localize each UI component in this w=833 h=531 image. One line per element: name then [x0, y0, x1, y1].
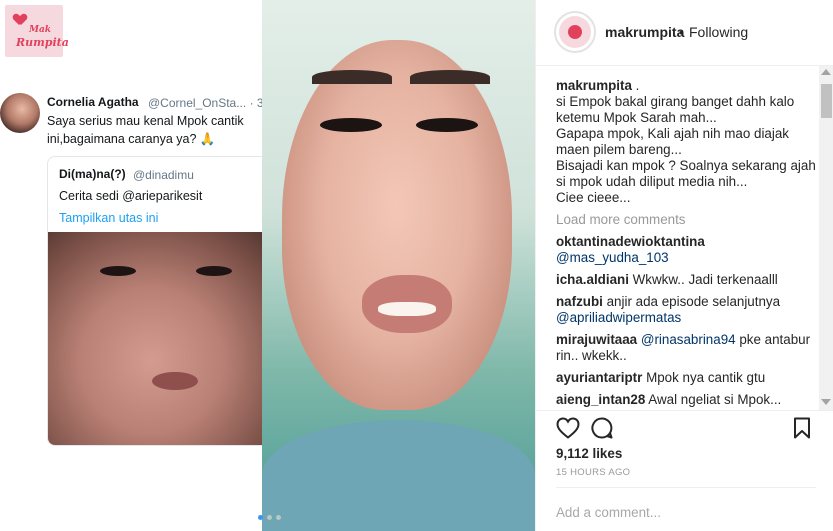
comment: ayuriantariptr Mpok nya cantik gtu — [556, 370, 818, 386]
caption-line: si Empok bakal girang banget dahh kalo k… — [556, 94, 795, 125]
post-timestamp[interactable]: 15 hours ago — [556, 467, 630, 478]
caption-username[interactable]: makrumpita — [556, 78, 632, 93]
comment: oktantinadewioktantina @mas_yudha_103 — [556, 234, 818, 266]
scroll-down-arrow-icon[interactable] — [821, 399, 831, 405]
brand-logo: Mak Rumpita — [5, 5, 69, 57]
bookmark-icon[interactable] — [793, 417, 811, 439]
face-brow — [312, 70, 392, 84]
comment-text: Mpok nya cantik gtu — [646, 370, 766, 385]
profile-avatar[interactable] — [554, 11, 596, 53]
quoted-tweet-photo — [48, 232, 262, 445]
tweet-handle: @Cornel_OnSta... · 3 — [148, 96, 262, 110]
comment-mention[interactable]: @apriliadwipermatas — [556, 310, 681, 325]
comment-username[interactable]: ayuriantariptr — [556, 370, 642, 385]
carousel-dot[interactable] — [267, 515, 272, 520]
heart-icon[interactable] — [556, 417, 580, 439]
comment-username[interactable]: aieng_intan28 — [556, 392, 645, 407]
quoted-tweet-handle: @dinadimu — [133, 168, 194, 182]
add-comment-input[interactable] — [556, 502, 816, 522]
quoted-tweet-author: Di(ma)na(?) — [59, 167, 126, 181]
post-header: makrumpita • Following — [536, 0, 833, 66]
show-thread-link: Tampilkan utas ini — [59, 211, 159, 225]
caption-line: . — [631, 78, 640, 93]
face-eye — [320, 118, 382, 132]
scroll-up-arrow-icon[interactable] — [821, 69, 831, 75]
post-actions — [536, 410, 833, 444]
photo-eye — [196, 266, 232, 276]
add-comment-box — [556, 487, 816, 531]
comment-text: anjir ada episode selanjutnya — [606, 294, 781, 309]
carousel-dots[interactable] — [258, 515, 281, 520]
comment: icha.aldiani Wkwkw.. Jadi terkenaalll — [556, 272, 818, 288]
comment-text: Awal ngeliat si Mpok... — [648, 392, 782, 407]
comment-mention[interactable]: @rinasabrina94 — [641, 332, 736, 347]
comment-text: Wkwkw.. Jadi terkenaalll — [632, 272, 778, 287]
caption-line: Ciee cieee... — [556, 190, 631, 205]
comment-username[interactable]: oktantinadewioktantina — [556, 234, 705, 249]
comment-username[interactable]: icha.aldiani — [556, 272, 629, 287]
quoted-tweet: Di(ma)na(?) @dinadimu Cerita sedi @ariep… — [47, 156, 262, 446]
quoted-tweet-text: Cerita sedi @arieparikesit — [59, 189, 203, 203]
following-button[interactable]: Following — [689, 24, 748, 40]
post-sidebar: makrumpita • Following makrumpita . si E… — [535, 0, 833, 531]
comment-mention[interactable]: @mas_yudha_103 — [556, 250, 669, 265]
scrollbar-thumb[interactable] — [821, 84, 832, 118]
brand-logo-word-2: Rumpita — [16, 36, 69, 49]
comment-username[interactable]: nafzubi — [556, 294, 603, 309]
comment: aieng_intan28 Awal ngeliat si Mpok... — [556, 392, 818, 408]
heart-logo-icon — [14, 14, 26, 25]
photo-lips — [152, 372, 198, 390]
video-shirt — [262, 420, 535, 531]
header-username[interactable]: makrumpita — [605, 24, 684, 40]
caption: makrumpita . si Empok bakal girang bange… — [556, 78, 818, 206]
photo-eye — [100, 266, 136, 276]
profile-avatar-image — [559, 16, 591, 48]
brand-logo-word-1: Mak — [29, 25, 52, 35]
video-face — [282, 40, 512, 410]
tweet-author: Cornelia Agatha — [47, 95, 139, 109]
header-separator: • — [679, 24, 684, 40]
tweet-text: Saya serius mau kenal Mpok cantik ini,ba… — [47, 114, 244, 146]
comments-scrollbar[interactable] — [819, 66, 833, 410]
comments-list[interactable]: makrumpita . si Empok bakal girang bange… — [556, 78, 818, 408]
carousel-dot[interactable] — [258, 515, 263, 520]
comment: nafzubi anjir ada episode selanjutnya @a… — [556, 294, 818, 326]
tweet-avatar — [0, 93, 40, 133]
post-media[interactable]: Mak Rumpita Cornelia Agatha @Cornel_OnSt… — [0, 0, 535, 531]
tweet-screenshot: Mak Rumpita Cornelia Agatha @Cornel_OnSt… — [0, 0, 262, 531]
face-teeth — [378, 302, 436, 316]
comment: mirajuwitaaa @rinasabrina94 pke antabur … — [556, 332, 818, 364]
caption-line: Bisajadi kan mpok ? Soalnya sekarang aja… — [556, 158, 816, 189]
carousel-dot[interactable] — [276, 515, 281, 520]
comment-username[interactable]: mirajuwitaaa — [556, 332, 637, 347]
video-frame[interactable] — [262, 0, 535, 531]
likes-count[interactable]: 9,112 likes — [556, 446, 622, 461]
comment-icon[interactable] — [591, 417, 613, 439]
load-more-comments[interactable]: Load more comments — [556, 212, 818, 228]
face-eye — [416, 118, 478, 132]
caption-line: Gapapa mpok, Kali ajah nih mao diajak ma… — [556, 126, 789, 157]
face-brow — [410, 70, 490, 84]
